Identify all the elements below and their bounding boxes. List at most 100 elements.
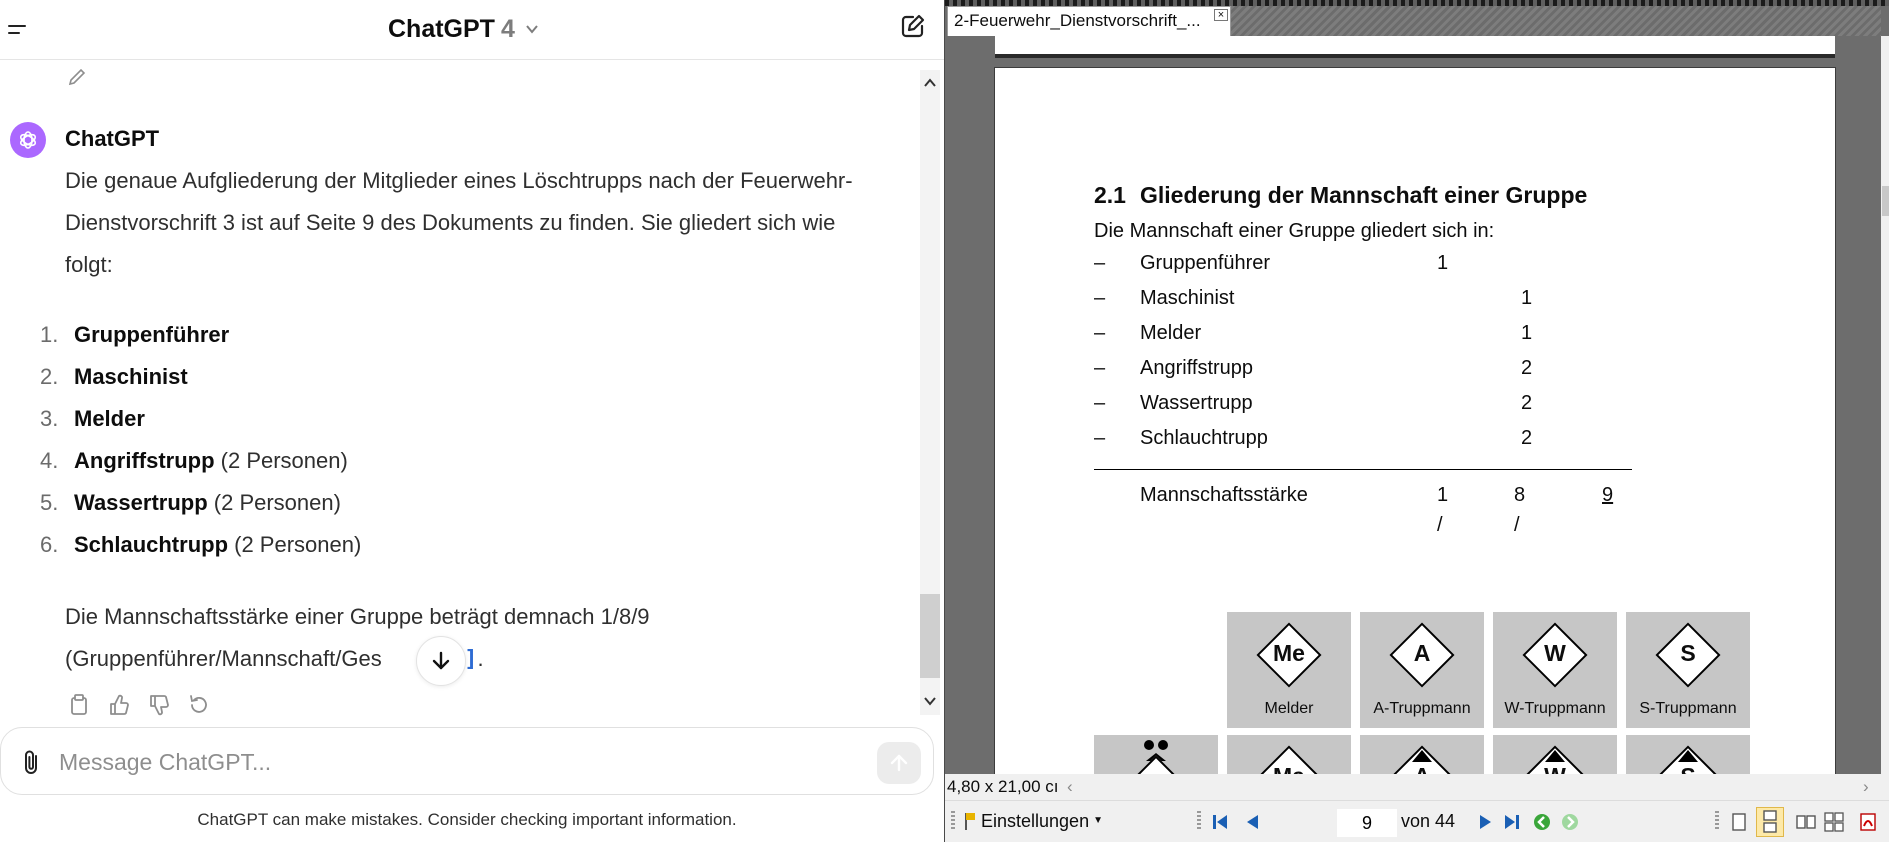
- leader-marker-icon: [1678, 750, 1698, 762]
- last-page-icon[interactable]: [1501, 811, 1523, 833]
- toolbar-grip[interactable]: [1715, 811, 1719, 831]
- document-tab[interactable]: 2-Feuerwehr_Dienstvorschrift_... ×: [947, 6, 1231, 36]
- previous-page-icon[interactable]: [1241, 811, 1263, 833]
- section-number: 2.1: [1094, 182, 1126, 208]
- list-term: Gruppenführer: [74, 322, 230, 347]
- list-number: 5.: [40, 490, 59, 515]
- total-crew: 8 /: [1514, 484, 1526, 536]
- summary-period: .: [477, 646, 484, 671]
- list-detail: (2 Personen): [207, 490, 341, 515]
- row-label: Schlauchtrupp: [1140, 427, 1268, 449]
- row-value-leader: 1: [1437, 252, 1449, 274]
- list-item: 5. Wassertrupp (2 Personen): [40, 482, 361, 524]
- next-page-icon[interactable]: [1475, 811, 1497, 833]
- continuous-view-button[interactable]: [1756, 807, 1784, 837]
- list-number: 1.: [40, 322, 59, 347]
- symbol-caption: A-Truppmann: [1373, 700, 1471, 717]
- back-icon[interactable]: [1531, 811, 1553, 833]
- list-number: 2.: [40, 364, 59, 389]
- row-value-crew: 1: [1521, 322, 1533, 344]
- message-actions: [66, 692, 212, 718]
- row-dash: –: [1094, 427, 1106, 449]
- forward-icon[interactable]: [1559, 811, 1581, 833]
- toolbar-grip[interactable]: [951, 811, 955, 831]
- regenerate-icon[interactable]: [186, 692, 212, 718]
- row-dash: –: [1094, 252, 1106, 274]
- symbol-letter: A: [1413, 640, 1431, 666]
- pdf-vertical-scrollbar[interactable]: [1881, 36, 1889, 774]
- row-dash: –: [1094, 392, 1106, 414]
- settings-label: Einstellungen: [981, 811, 1090, 831]
- symbol-tile: S S-Truppmann: [1626, 612, 1750, 728]
- screen: ChatGPT 4 ChatGPT Die genaue Aufgliederu…: [0, 0, 1889, 842]
- symbol-caption: W-Truppmann: [1504, 700, 1606, 717]
- sender-name: ChatGPT: [65, 126, 160, 151]
- page-number-input[interactable]: [1337, 809, 1397, 837]
- symbol-letter: S: [1680, 640, 1696, 666]
- pdf-export-icon[interactable]: [1857, 811, 1879, 833]
- tab-bar-background: [1231, 6, 1881, 36]
- arrow-down-icon: [432, 651, 450, 670]
- settings-menu-button[interactable]: Einstellungen ▼: [963, 809, 1103, 833]
- row-label: Maschinist: [1140, 287, 1235, 309]
- list-term: Angriffstrupp: [74, 448, 215, 473]
- scroll-to-bottom-button[interactable]: [416, 636, 466, 686]
- members-list: 1. Gruppenführer 2. Maschinist 3. Melder 4.…: [40, 314, 361, 566]
- list-item: 6. Schlauchtrupp (2 Personen): [40, 524, 361, 566]
- list-item: 4. Angriffstrupp (2 Personen): [40, 440, 361, 482]
- scroll-up-icon[interactable]: [921, 74, 939, 92]
- row-value-crew: 2: [1521, 392, 1533, 414]
- model-selector[interactable]: ChatGPT 4: [388, 12, 539, 46]
- chevron-down-icon: [526, 25, 538, 34]
- summary-line-1: Die Mannschaftsstärke einer Gruppe beträ…: [65, 604, 650, 629]
- scroll-thumb[interactable]: [920, 594, 940, 678]
- pdf-scroll-thumb[interactable]: [1882, 186, 1889, 216]
- symbol-tile: W: [1493, 735, 1617, 774]
- send-button[interactable]: [877, 742, 921, 784]
- single-page-view-icon[interactable]: [1728, 811, 1750, 833]
- row-label: Gruppenführer: [1140, 252, 1271, 274]
- pdf-viewer: 2-Feuerwehr_Dienstvorschrift_... × 2.1 Gl…: [944, 0, 1889, 842]
- list-item: 2. Maschinist: [40, 356, 361, 398]
- menu-icon[interactable]: [6, 18, 30, 42]
- list-item: 3. Melder: [40, 398, 361, 440]
- openai-logo-icon: [19, 131, 37, 149]
- symbol-tile: W W-Truppmann: [1493, 612, 1617, 728]
- copy-icon[interactable]: [66, 692, 92, 718]
- total-rule: [1094, 469, 1632, 470]
- chat-scrollbar[interactable]: [918, 70, 942, 715]
- scroll-right-icon[interactable]: ›: [1863, 774, 1869, 800]
- list-term: Melder: [74, 406, 145, 431]
- scroll-left-icon[interactable]: ‹: [1067, 774, 1073, 800]
- arrow-up-icon: [890, 754, 908, 772]
- edit-message-icon[interactable]: [66, 66, 88, 88]
- chat-header: ChatGPT 4: [0, 0, 944, 60]
- facing-pages-icon[interactable]: [1795, 811, 1817, 833]
- list-item: 1. Gruppenführer: [40, 314, 361, 356]
- symbol-letter: S: [1626, 763, 1750, 774]
- row-dash: –: [1094, 357, 1106, 379]
- symbol-letter: Ma: [1227, 763, 1351, 774]
- new-chat-icon[interactable]: [899, 12, 927, 40]
- row-label: Wassertrupp: [1140, 392, 1253, 414]
- page-count: von 44: [1401, 811, 1456, 831]
- thumbs-up-icon[interactable]: [106, 692, 132, 718]
- row-label: Angriffstrupp: [1140, 357, 1254, 379]
- scroll-down-arrow-icon[interactable]: [921, 692, 939, 710]
- pdf-toolbar: Einstellungen ▼ von 44: [945, 800, 1889, 842]
- continuous-view-icon: [1763, 810, 1777, 833]
- toolbar-grip[interactable]: [1197, 811, 1201, 831]
- paperclip-icon[interactable]: [19, 748, 45, 776]
- thumbs-down-icon[interactable]: [146, 692, 172, 718]
- leader-marker-icon: [1412, 750, 1432, 762]
- symbol-tile: Ma: [1227, 735, 1351, 774]
- list-term: Schlauchtrupp: [74, 532, 229, 557]
- continuous-facing-icon[interactable]: [1823, 811, 1845, 833]
- list-number: 6.: [40, 532, 59, 557]
- message-input[interactable]: [59, 742, 859, 782]
- first-page-icon[interactable]: [1209, 811, 1231, 833]
- pdf-page: 2.1 Gliederung der Mannschaft einer Grupp…: [995, 68, 1835, 774]
- symbol-tile: [1094, 735, 1218, 774]
- document-canvas[interactable]: 2.1 Gliederung der Mannschaft einer Grupp…: [945, 36, 1881, 774]
- tab-close-button[interactable]: ×: [1214, 9, 1228, 21]
